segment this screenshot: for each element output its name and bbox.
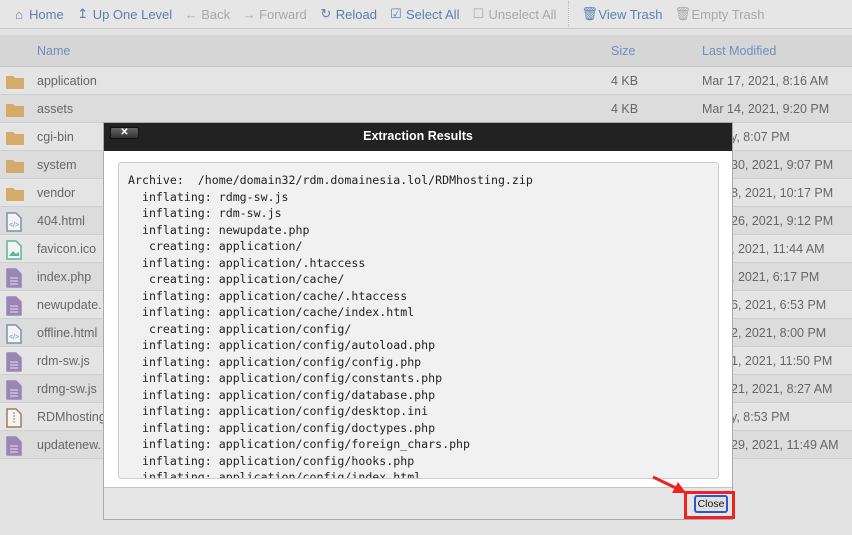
arrow-annotation-icon (652, 475, 686, 493)
